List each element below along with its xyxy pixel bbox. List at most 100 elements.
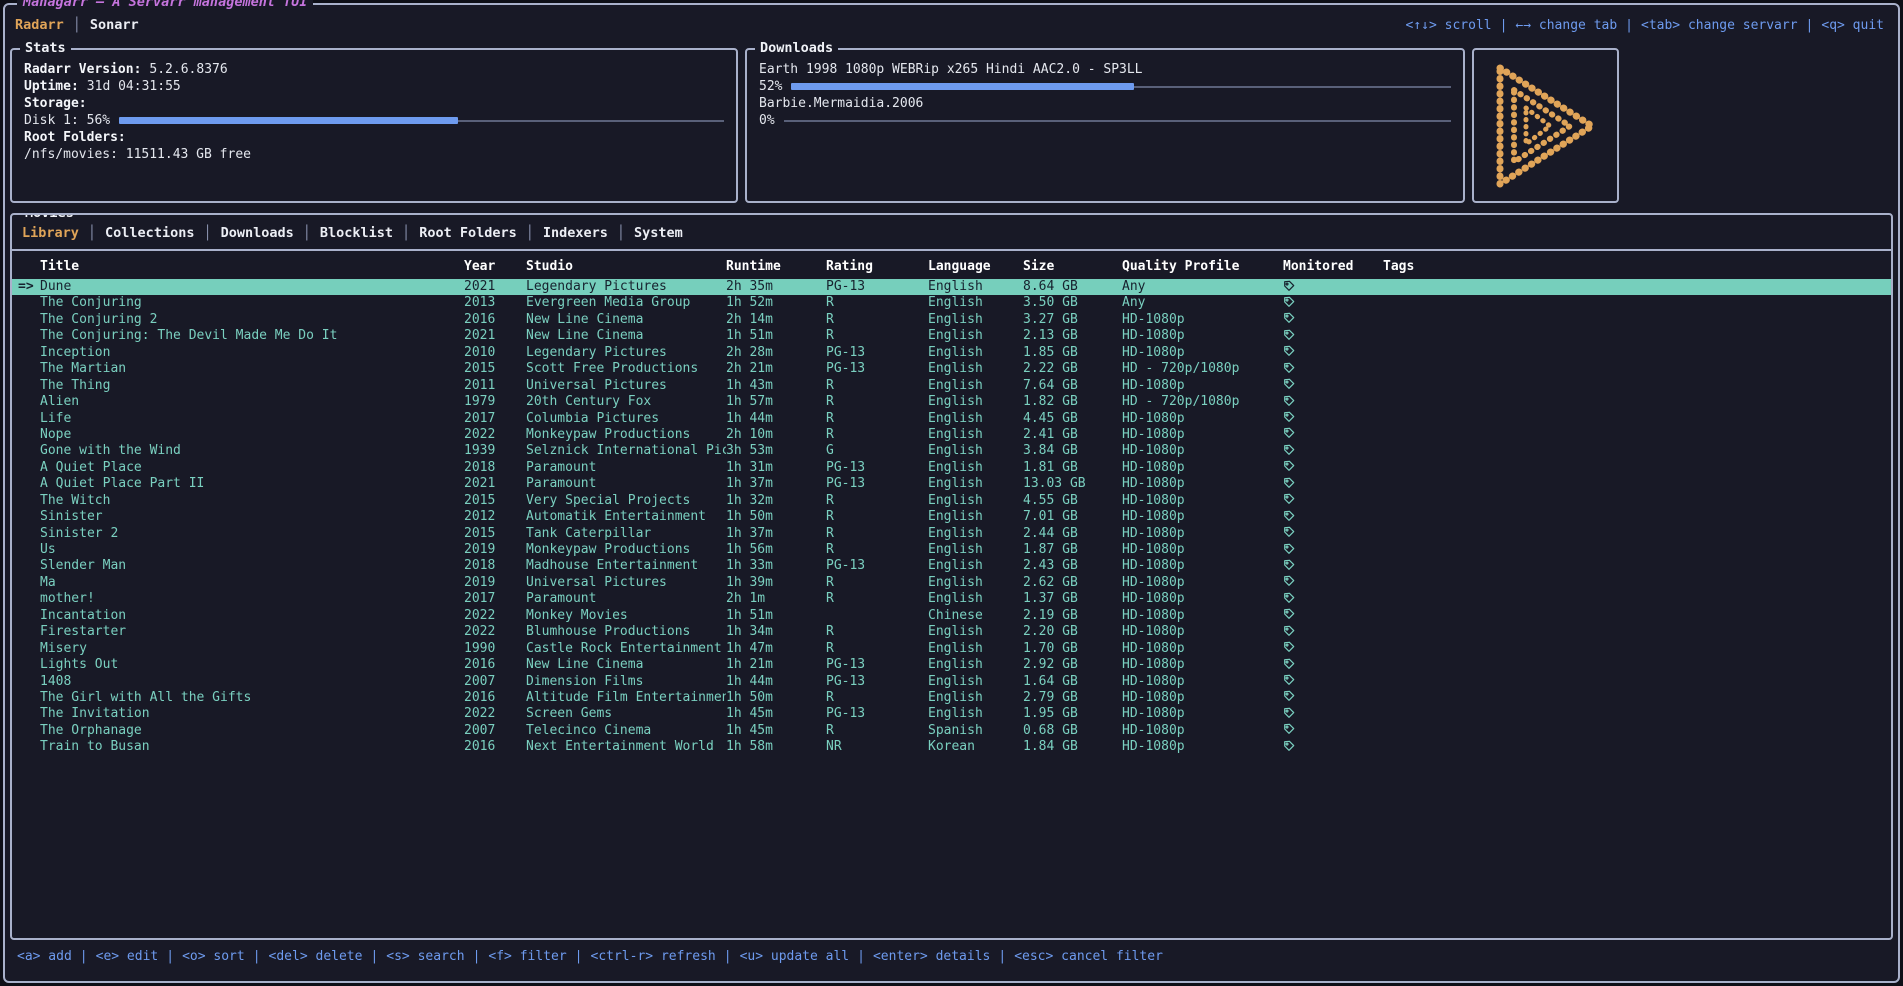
tag-icon [1283, 559, 1295, 571]
help-refresh[interactable]: <ctrl-r> refresh [591, 949, 716, 964]
tab-indexers[interactable]: Indexers [543, 225, 608, 241]
movie-year: 2017 [464, 411, 526, 427]
tab-root-folders[interactable]: Root Folders [419, 225, 517, 241]
help-details[interactable]: <enter> details [873, 949, 990, 964]
tab-collections[interactable]: Collections [105, 225, 194, 241]
movie-studio: Blumhouse Productions [526, 624, 726, 640]
movie-row[interactable]: Nope2022Monkeypaw Productions2h 10mREngl… [12, 427, 1891, 443]
movie-size: 8.64 GB [1023, 279, 1122, 295]
servarr-tab-radarr[interactable]: Radarr [15, 17, 64, 33]
tag-icon [1283, 427, 1295, 439]
movie-size: 3.27 GB [1023, 312, 1122, 328]
help-update-all[interactable]: <u> update all [740, 949, 850, 964]
movie-title: Nope [40, 427, 464, 443]
movie-row[interactable]: Sinister2012Automatik Entertainment1h 50… [12, 509, 1891, 525]
movie-row[interactable]: The Martian2015Scott Free Productions2h … [12, 361, 1891, 377]
movie-row[interactable]: Gone with the Wind1939Selznick Internati… [12, 443, 1891, 459]
top-panels: Stats Radarr Version: 5.2.6.8376 Uptime:… [10, 48, 1893, 203]
movie-language: English [928, 706, 1023, 722]
movie-year: 2019 [464, 575, 526, 591]
movie-row[interactable]: The Orphanage2007Telecinco Cinema1h 45mR… [12, 723, 1891, 739]
tab-system[interactable]: System [634, 225, 683, 241]
movie-size: 1.64 GB [1023, 674, 1122, 690]
help-quit[interactable]: <q> quit [1821, 18, 1884, 33]
movie-quality-profile: HD-1080p [1122, 345, 1283, 361]
movie-row[interactable]: 14082007Dimension Films1h 44mPG-13Englis… [12, 674, 1891, 690]
movie-size: 4.55 GB [1023, 493, 1122, 509]
tab-library[interactable]: Library [22, 225, 79, 241]
movie-quality-profile: HD-1080p [1122, 657, 1283, 673]
servarr-tab-sonarr[interactable]: Sonarr [90, 17, 139, 33]
movie-quality-profile: HD-1080p [1122, 558, 1283, 574]
movie-row[interactable]: Incantation2022Monkey Movies1h 51mChines… [12, 608, 1891, 624]
movie-size: 7.64 GB [1023, 378, 1122, 394]
movie-size: 1.70 GB [1023, 641, 1122, 657]
help-add[interactable]: <a> add [17, 949, 72, 964]
movie-row[interactable]: mother!2017Paramount2h 1mREnglish1.37 GB… [12, 591, 1891, 607]
help-filter[interactable]: <f> filter [488, 949, 566, 964]
tag-icon [1283, 312, 1295, 324]
movie-rating: R [826, 493, 928, 509]
movie-quality-profile: HD-1080p [1122, 542, 1283, 558]
tab-separator: │ [402, 225, 410, 241]
movie-monitored [1283, 509, 1383, 525]
movie-row[interactable]: Firestarter2022Blumhouse Productions1h 3… [12, 624, 1891, 640]
help-change-tab[interactable]: ←→ change tab [1515, 18, 1617, 33]
movie-row[interactable]: Us2019Monkeypaw Productions1h 56mREnglis… [12, 542, 1891, 558]
help-cancel-filter[interactable]: <esc> cancel filter [1014, 949, 1163, 964]
movie-language: English [928, 361, 1023, 377]
help-edit[interactable]: <e> edit [96, 949, 159, 964]
tag-icon [1283, 575, 1295, 587]
movie-row[interactable]: The Witch2015Very Special Projects1h 32m… [12, 493, 1891, 509]
movie-language: English [928, 476, 1023, 492]
help-delete[interactable]: <del> delete [269, 949, 363, 964]
movie-row[interactable]: Slender Man2018Madhouse Entertainment1h … [12, 558, 1891, 574]
help-change-servarr[interactable]: <tab> change servarr [1641, 18, 1798, 33]
tab-separator: │ [303, 225, 311, 241]
help-scroll[interactable]: <↑↓> scroll [1406, 18, 1492, 33]
help-search[interactable]: <s> search [386, 949, 464, 964]
help-sort[interactable]: <o> sort [182, 949, 245, 964]
movie-rating: PG-13 [826, 361, 928, 377]
movie-rating: PG-13 [826, 657, 928, 673]
movie-row[interactable]: Ma2019Universal Pictures1h 39mREnglish2.… [12, 575, 1891, 591]
movie-monitored [1283, 739, 1383, 755]
movie-monitored [1283, 542, 1383, 558]
tab-blocklist[interactable]: Blocklist [320, 225, 393, 241]
movie-quality-profile: HD-1080p [1122, 706, 1283, 722]
movie-size: 2.20 GB [1023, 624, 1122, 640]
managarr-play-logo-icon [1490, 61, 1602, 191]
movie-year: 2017 [464, 591, 526, 607]
help-separator: | [998, 949, 1006, 964]
movie-row[interactable]: =>Dune2021Legendary Pictures2h 35mPG-13E… [12, 279, 1891, 295]
movie-row[interactable]: Inception2010Legendary Pictures2h 28mPG-… [12, 345, 1891, 361]
movie-year: 2022 [464, 624, 526, 640]
movie-rating: G [826, 443, 928, 459]
movie-row[interactable]: A Quiet Place Part II2021Paramount1h 37m… [12, 476, 1891, 492]
movie-language: English [928, 624, 1023, 640]
movie-row[interactable]: The Girl with All the Gifts2016Altitude … [12, 690, 1891, 706]
tag-icon [1283, 362, 1295, 374]
movie-monitored [1283, 608, 1383, 624]
movie-row[interactable]: The Conjuring2013Evergreen Media Group1h… [12, 295, 1891, 311]
movie-size: 1.87 GB [1023, 542, 1122, 558]
movie-title: A Quiet Place [40, 460, 464, 476]
tab-separator: │ [73, 17, 81, 33]
movie-row[interactable]: The Thing2011Universal Pictures1h 43mREn… [12, 378, 1891, 394]
movie-row[interactable]: Lights Out2016New Line Cinema1h 21mPG-13… [12, 657, 1891, 673]
tab-downloads[interactable]: Downloads [221, 225, 294, 241]
movie-monitored [1283, 624, 1383, 640]
help-separator: | [80, 949, 88, 964]
movie-row[interactable]: Life2017Columbia Pictures1h 44mREnglish4… [12, 411, 1891, 427]
movie-row[interactable]: A Quiet Place2018Paramount1h 31mPG-13Eng… [12, 460, 1891, 476]
movie-row[interactable]: The Conjuring: The Devil Made Me Do It20… [12, 328, 1891, 344]
movie-row[interactable]: The Invitation2022Screen Gems1h 45mPG-13… [12, 706, 1891, 722]
movie-row[interactable]: Sinister 22015Tank Caterpillar1h 37mREng… [12, 526, 1891, 542]
movie-row[interactable]: The Conjuring 22016New Line Cinema2h 14m… [12, 312, 1891, 328]
movie-row[interactable]: Alien197920th Century Fox1h 57mREnglish1… [12, 394, 1891, 410]
movie-row[interactable]: Misery1990Castle Rock Entertainment1h 47… [12, 641, 1891, 657]
movie-row[interactable]: Train to Busan2016Next Entertainment Wor… [12, 739, 1891, 755]
movie-quality-profile: HD-1080p [1122, 493, 1283, 509]
movie-runtime: 1h 21m [726, 657, 826, 673]
movie-size: 1.84 GB [1023, 739, 1122, 755]
